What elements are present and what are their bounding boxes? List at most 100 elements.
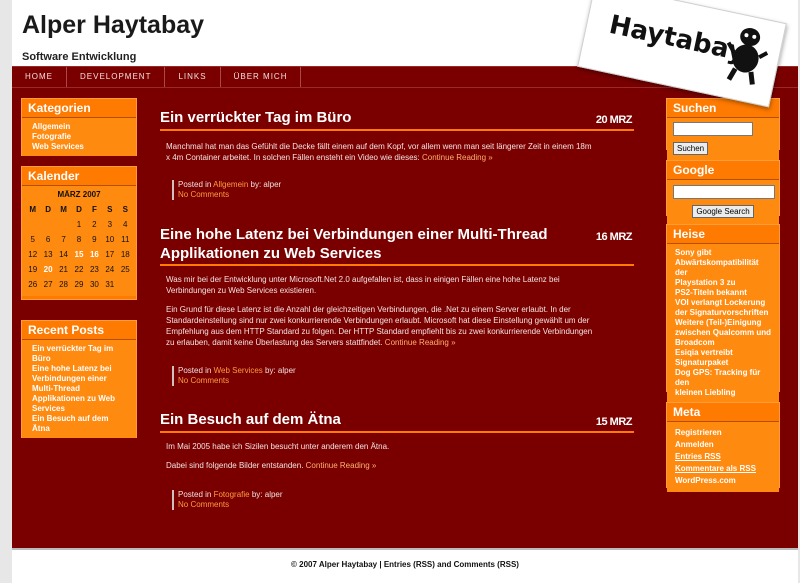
nav-about[interactable]: ÜBER MICH	[221, 67, 302, 87]
news-link[interactable]: der Signaturvorschriften	[675, 308, 771, 318]
search-input[interactable]	[673, 122, 753, 136]
calendar-day: 22	[74, 265, 84, 274]
calendar-day: 9	[92, 235, 97, 244]
footer-entries-rss-link[interactable]: Entries (RSS)	[384, 560, 435, 569]
site-title[interactable]: Alper Haytabay	[22, 11, 204, 40]
calendar-day-link[interactable]: 20	[40, 262, 55, 277]
weekday-header: D	[76, 205, 82, 214]
post-text-line: Ein Grund für diese Latenz ist die Anzah…	[166, 305, 571, 314]
post-excerpt: Im Mai 2005 habe ich Sizilen besucht unt…	[166, 441, 632, 471]
recent-post-link[interactable]: Multi-Thread	[32, 384, 126, 394]
mascot-silhouette-icon	[726, 27, 769, 85]
calendar-widget: Kalender MÄRZ 2007 M D M D F S S 1 2 3 4…	[21, 166, 137, 300]
news-link[interactable]: Sony gibt	[675, 248, 771, 258]
post-date: 16 MRZ	[595, 231, 633, 243]
recent-post-link[interactable]: Eine hohe Latenz bei	[32, 364, 126, 374]
post-category-link[interactable]: Web Services	[214, 366, 263, 375]
post-meta: Posted in Web Services by: alper No Comm…	[172, 366, 296, 386]
calendar-day: 29	[74, 280, 84, 289]
comments-link[interactable]: No Comments	[178, 190, 281, 200]
news-link[interactable]: Broadcom	[675, 338, 771, 348]
news-link[interactable]: Esiqia vertreibt	[675, 348, 771, 358]
footer: © 2007 Alper Haytabay | Entries (RSS) an…	[12, 548, 798, 583]
post-title[interactable]: Ein verrückter Tag im Büro	[160, 108, 634, 127]
calendar-day: 7	[61, 235, 66, 244]
news-link[interactable]: kleinen Liebling	[675, 388, 771, 398]
post-category-link[interactable]: Allgemein	[213, 180, 248, 189]
calendar-day: 2	[92, 220, 97, 229]
post: Ein Besuch auf dem Ätna 15 MRZ Im Mai 20…	[160, 410, 634, 520]
recent-post-link[interactable]: Verbindungen einer	[32, 374, 126, 384]
comments-rss-link[interactable]: Kommentare als RSS	[675, 463, 771, 475]
news-link[interactable]: Signaturpaket	[675, 358, 771, 368]
news-link[interactable]: Weitere (Teil-)Einigung	[675, 318, 771, 328]
post-divider	[160, 264, 634, 266]
recent-posts-widget: Recent Posts Ein verrückter Tag im Büro …	[21, 320, 137, 438]
posted-in-label: Posted in	[178, 490, 212, 499]
register-link[interactable]: Registrieren	[675, 427, 771, 439]
nav-development[interactable]: DEVELOPMENT	[67, 67, 166, 87]
post: Eine hohe Latenz bei Verbindungen einer …	[160, 225, 634, 393]
weekday-header: M	[60, 205, 67, 214]
recent-post-link[interactable]: Services	[32, 404, 126, 414]
posted-in-label: Posted in	[178, 180, 212, 189]
category-link[interactable]: Fotografie	[32, 132, 126, 142]
news-link[interactable]: Playstation 3 zu	[675, 278, 771, 288]
calendar-day: 3	[107, 220, 113, 229]
calendar-day	[25, 217, 40, 232]
continue-reading-link[interactable]: Continue Reading »	[306, 461, 377, 470]
post-title[interactable]: Eine hohe Latenz bei Verbindungen einer …	[160, 225, 634, 263]
header: Alper Haytabay Software Entwicklung Hayt…	[12, 0, 798, 108]
post-meta: Posted in Allgemein by: alper No Comment…	[172, 180, 281, 200]
continue-reading-link[interactable]: Continue Reading »	[422, 153, 493, 162]
nav-links[interactable]: LINKS	[165, 67, 221, 87]
news-link[interactable]: VOI verlangt Lockerung	[675, 298, 771, 308]
news-link[interactable]: Abwärtskompatibilität der	[675, 258, 771, 278]
post-author: by: alper	[262, 366, 296, 375]
calendar-day	[118, 277, 133, 292]
search-button[interactable]: Suchen	[673, 142, 709, 155]
comments-link[interactable]: No Comments	[178, 500, 283, 510]
post-category-link[interactable]: Fotografie	[214, 490, 250, 499]
post-text-line: x 4m Container arbeitet. In solchen Fäll…	[166, 153, 422, 162]
post-text-line: Im Mai 2005 habe ich Sizilen besucht unt…	[166, 442, 390, 451]
continue-reading-link[interactable]: Continue Reading »	[385, 338, 456, 347]
calendar-day: 30	[89, 280, 99, 289]
post-author: by: alper	[249, 490, 283, 499]
news-link[interactable]: zwischen Qualcomm und	[675, 328, 771, 338]
post-title-line: Eine hohe Latenz bei Verbindungen einer …	[160, 226, 548, 243]
comments-link[interactable]: No Comments	[178, 376, 296, 386]
post-excerpt: Manchmal hat man das Gefühlt die Decke f…	[166, 141, 632, 163]
post-text-line: Standardeinstellung sind nur zwei konkur…	[166, 316, 590, 325]
calendar-day: 26	[28, 280, 38, 289]
nav-home[interactable]: HOME	[12, 67, 67, 87]
google-search-button[interactable]: Google Search	[692, 205, 754, 218]
recent-post-link[interactable]: Ein verrückter Tag im	[32, 344, 126, 354]
footer-copyright: © 2007 Alper Haytabay |	[291, 560, 384, 569]
post: Ein verrückter Tag im Büro 20 MRZ Manchm…	[160, 108, 634, 218]
entries-rss-link[interactable]: Entries RSS	[675, 451, 771, 463]
calendar-day-link[interactable]: 16	[87, 247, 102, 262]
weekday-header: S	[107, 205, 113, 214]
calendar-day-link[interactable]: 15	[71, 247, 86, 262]
category-link[interactable]: Allgemein	[32, 122, 126, 132]
news-link[interactable]: Dog GPS: Tracking für den	[675, 368, 771, 388]
calendar-title: Kalender	[22, 167, 136, 186]
post-meta: Posted in Fotografie by: alper No Commen…	[172, 490, 283, 510]
post-text-line: Dabei sind folgende Bilder entstanden.	[166, 461, 306, 470]
footer-comments-rss-link[interactable]: Comments (RSS)	[454, 560, 519, 569]
post-author: by: alper	[248, 180, 282, 189]
login-link[interactable]: Anmelden	[675, 439, 771, 451]
wordpress-link[interactable]: WordPress.com	[675, 475, 771, 487]
calendar-day: 1	[76, 220, 82, 229]
recent-post-link[interactable]: Ein Besuch auf dem Ätna	[32, 414, 126, 434]
calendar-day: 11	[121, 235, 130, 244]
category-link[interactable]: Web Services	[32, 142, 126, 152]
post-title[interactable]: Ein Besuch auf dem Ätna	[160, 410, 634, 429]
weekday-header: F	[91, 205, 97, 214]
recent-post-link[interactable]: Applikationen zu Web	[32, 394, 126, 404]
google-search-input[interactable]	[673, 185, 775, 199]
content-area: Kategorien Allgemein Fotografie Web Serv…	[12, 88, 798, 548]
recent-post-link[interactable]: Büro	[32, 354, 126, 364]
news-link[interactable]: PS2-Titeln bekannt	[675, 288, 771, 298]
